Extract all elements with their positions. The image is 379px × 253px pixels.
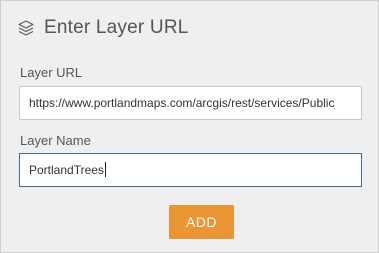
layers-icon	[17, 19, 35, 37]
layer-url-input[interactable]: https://www.portlandmaps.com/arcgis/rest…	[19, 86, 362, 120]
panel-title: Enter Layer URL	[44, 17, 189, 38]
layer-name-value: PortlandTrees	[29, 163, 104, 177]
layer-name-input[interactable]: PortlandTrees	[19, 153, 362, 187]
add-button[interactable]: ADD	[169, 205, 234, 239]
layer-url-value: https://www.portlandmaps.com/arcgis/rest…	[29, 96, 335, 110]
enter-layer-url-panel: Enter Layer URL Layer URL https://www.po…	[0, 0, 379, 253]
panel-header: Enter Layer URL	[17, 17, 189, 39]
layer-url-label: Layer URL	[20, 65, 83, 80]
text-caret	[104, 162, 106, 178]
layer-name-label: Layer Name	[20, 133, 91, 148]
